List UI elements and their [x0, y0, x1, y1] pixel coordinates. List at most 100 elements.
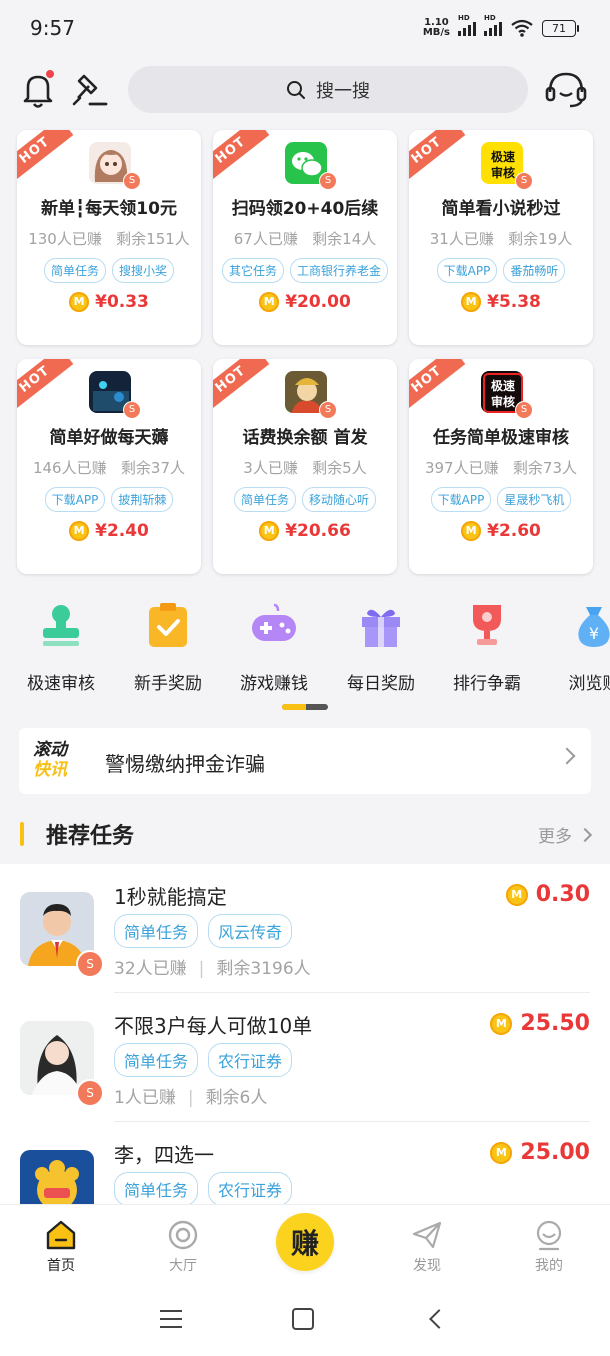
- card-stats: 3人已赚 剩余5人: [243, 459, 367, 477]
- category-ranking[interactable]: 排行争霸: [437, 595, 537, 694]
- task-row[interactable]: S 1秒就能搞定 简单任务 风云传奇 32人已赚 | 剩余3196人 M 0.30: [0, 864, 610, 993]
- verified-badge: S: [123, 172, 141, 190]
- status-icons: 1.10 MB/s HD HD 71: [422, 14, 579, 38]
- task-card[interactable]: HOT S 话费换余额 首发 3人已赚 剩余5人 简单任务 移动随心听 M ¥20.66: [213, 359, 397, 574]
- coin-icon: M: [461, 521, 482, 541]
- card-tag: 披荆斩棘: [111, 487, 174, 512]
- svg-text:审核: 审核: [491, 165, 515, 180]
- coin-icon: M: [69, 521, 90, 541]
- task-row[interactable]: 李，四选一 简单任务 农行证券 M 25.00: [0, 1122, 610, 1204]
- svg-text:极速: 极速: [491, 378, 515, 393]
- card-tag: 下载APP: [430, 487, 492, 512]
- nav-discover[interactable]: 发现: [387, 1219, 467, 1275]
- hall-icon: [167, 1219, 199, 1251]
- card-stats: 397人已赚 剩余73人: [424, 459, 578, 477]
- home-square-icon[interactable]: [292, 1308, 314, 1330]
- coin-icon: M: [490, 1012, 513, 1035]
- task-reward: M 0.30: [505, 882, 590, 907]
- customer-service-icon[interactable]: [544, 70, 588, 110]
- task-card[interactable]: HOT S 新单┇每天领10元 130人已赚 剩余151人 简单任务 搜搜小奖 M ¥0.33: [17, 130, 201, 345]
- card-tag: 搜搜小奖: [112, 258, 175, 283]
- system-nav-bar: [0, 1286, 610, 1356]
- task-tag: 简单任务: [114, 1043, 199, 1077]
- news-logo: 滚动 快讯: [33, 740, 67, 780]
- card-thumbnail: 极速 审核 S: [479, 142, 533, 192]
- card-thumbnail: S: [87, 142, 141, 192]
- nav-mine[interactable]: 我的: [509, 1219, 589, 1275]
- task-tag: 风云传奇: [208, 914, 293, 948]
- task-tags: 简单任务 农行证券: [114, 1043, 293, 1077]
- task-reward: M 25.50: [490, 1011, 590, 1036]
- hot-ribbon: HOT: [213, 130, 273, 190]
- card-tag: 简单任务: [43, 258, 106, 283]
- svg-text:审核: 审核: [491, 394, 515, 409]
- net-speed: 1.10 MB/s: [422, 17, 450, 38]
- hot-ribbon: HOT: [213, 359, 273, 419]
- news-ticker[interactable]: 滚动 快讯 警惕缴纳押金诈骗: [19, 728, 591, 794]
- earn-button[interactable]: 赚: [276, 1213, 334, 1271]
- coin-icon: M: [259, 292, 280, 312]
- card-price: M ¥0.33: [17, 292, 201, 312]
- category-newbie-reward[interactable]: 新手奖励: [118, 595, 218, 694]
- recent-apps-icon[interactable]: [160, 1310, 182, 1334]
- card-title: 话费换余额 首发: [242, 428, 368, 448]
- task-tag: 简单任务: [114, 1172, 199, 1204]
- back-icon[interactable]: [429, 1309, 449, 1329]
- task-meta: 1人已赚 | 剩余6人: [114, 1088, 268, 1108]
- card-title: 简单看小说秒过: [441, 199, 561, 219]
- task-card[interactable]: HOT S 简单好做每天薅 146人已赚 剩余37人 下载APP 披荆斩棘 M ¥2.40: [17, 359, 201, 574]
- signal-icon: HD: [484, 14, 502, 36]
- verified-badge: S: [319, 401, 337, 419]
- card-thumbnail: S: [87, 371, 141, 421]
- nav-hall[interactable]: 大厅: [143, 1219, 223, 1275]
- coin-icon: M: [69, 292, 90, 312]
- hot-ribbon: HOT: [17, 130, 77, 190]
- card-thumbnail: S: [283, 142, 337, 192]
- notification-dot: [46, 70, 54, 78]
- category-jisu-shenhe[interactable]: 极速审核: [11, 595, 111, 694]
- verified-badge: S: [76, 1079, 104, 1107]
- task-row[interactable]: S 不限3户每人可做10单 简单任务 农行证券 1人已赚 | 剩余6人 M 25.50: [0, 993, 610, 1122]
- recommend-section-header: 推荐任务 更多: [0, 806, 610, 862]
- signal-icon: HD: [458, 14, 476, 36]
- card-title: 任务简单极速审核: [433, 428, 569, 448]
- gavel-icon[interactable]: [70, 70, 110, 110]
- card-price: M ¥2.60: [409, 521, 593, 541]
- smile-face-icon: [533, 1219, 565, 1251]
- section-accent-bar: [20, 822, 24, 846]
- category-game-earn[interactable]: 游戏赚钱: [224, 595, 324, 694]
- task-name: 李，四选一: [114, 1143, 214, 1167]
- category-daily-reward[interactable]: 每日奖励: [331, 595, 431, 694]
- trophy-icon: [463, 601, 511, 649]
- coin-icon: M: [259, 521, 280, 541]
- coin-icon: M: [461, 292, 482, 312]
- card-tag: 简单任务: [233, 487, 296, 512]
- task-card[interactable]: HOT S 扫码领20+40后续 67人已赚 剩余14人 其它任务 工商银行养老金 M ¥20…: [213, 130, 397, 345]
- card-tag: 番茄畅听: [503, 258, 566, 283]
- stamp-icon: [37, 601, 85, 649]
- recommend-task-list: S 1秒就能搞定 简单任务 风云传奇 32人已赚 | 剩余3196人 M 0.30 S…: [0, 864, 610, 1204]
- more-link[interactable]: 更多: [538, 822, 593, 847]
- notification-bell-icon[interactable]: [20, 70, 56, 110]
- category-page-indicator: [282, 704, 328, 710]
- card-title: 扫码领20+40后续: [231, 199, 379, 219]
- search-bar[interactable]: 搜一搜: [128, 66, 528, 113]
- task-card[interactable]: HOT 极速 审核 S 简单看小说秒过 31人已赚 剩余19人 下载APP 番茄畅听 M ¥5.3…: [409, 130, 593, 345]
- hot-ribbon: HOT: [409, 130, 469, 190]
- money-bag-icon: ¥: [570, 601, 610, 649]
- task-avatar: [20, 1150, 94, 1204]
- nav-home[interactable]: 首页: [21, 1219, 101, 1275]
- card-price: M ¥20.66: [213, 521, 397, 541]
- task-tags: 简单任务 风云传奇: [114, 914, 293, 948]
- search-icon: [287, 80, 305, 99]
- verified-badge: S: [319, 172, 337, 190]
- card-tags: 下载APP 披荆斩棘: [17, 487, 201, 512]
- card-price: M ¥2.40: [17, 521, 201, 541]
- top-header: 搜一搜: [0, 60, 610, 120]
- task-card[interactable]: HOT 极速 审核 S 任务简单极速审核 397人已赚 剩余73人 下载APP 星晟秒飞机 M ¥…: [409, 359, 593, 574]
- verified-badge: S: [76, 950, 104, 978]
- task-name: 1秒就能搞定: [114, 885, 227, 909]
- section-title: 推荐任务: [46, 824, 135, 849]
- category-browse-earn[interactable]: ¥ 浏览赚: [544, 595, 610, 694]
- task-tag: 农行证券: [208, 1043, 293, 1077]
